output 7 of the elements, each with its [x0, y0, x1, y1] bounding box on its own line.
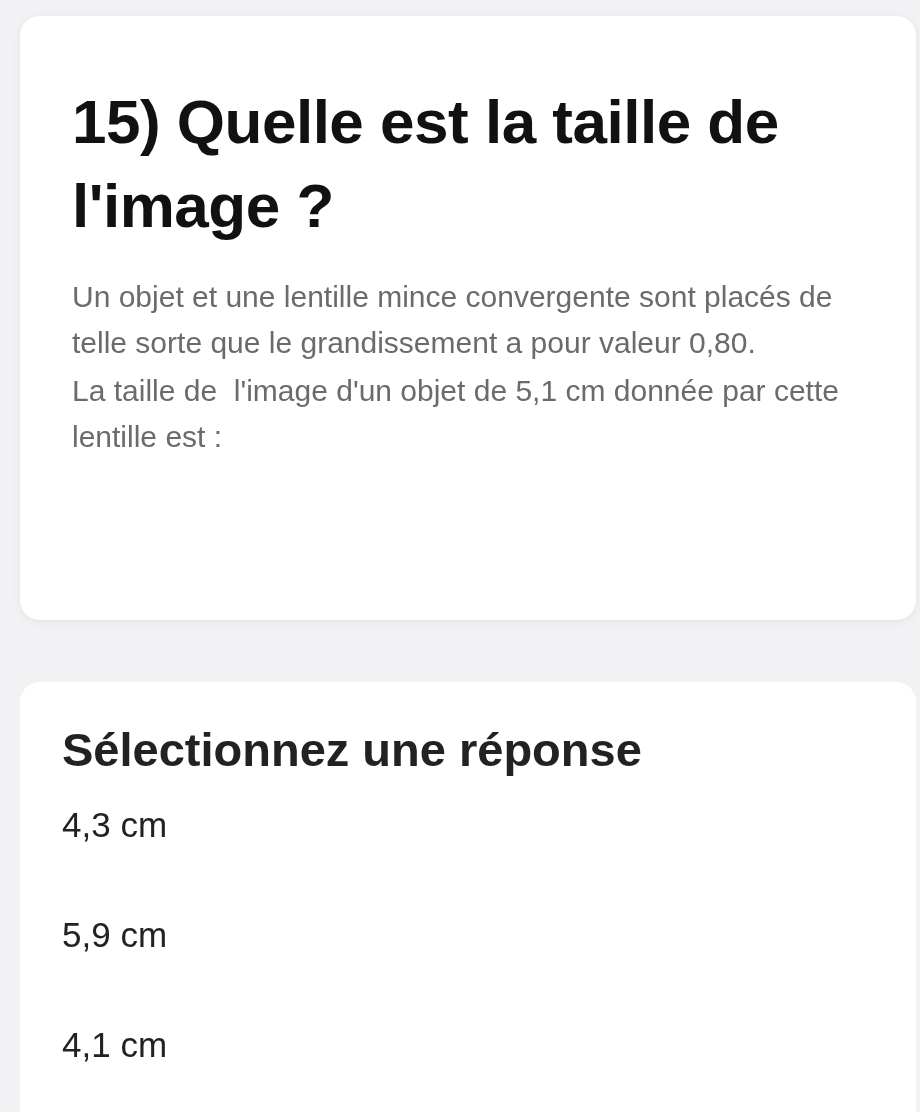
question-text: Un objet et une lentille mince convergente sont placés de telle sorte que le grandissement a pour valeur 0,80.	[72, 279, 834, 361]
answer-option[interactable]: 5,9 cm	[62, 910, 168, 960]
question-title: 15) Quelle est la taille de l'image ?	[72, 86, 780, 242]
answer-option[interactable]: 4,1 cm	[62, 1020, 168, 1070]
section-heading: Sélectionnez une réponse	[62, 722, 643, 778]
question-text: La taille de l'image d'un objet de 5,1 cm donnée par cette lentille est :	[72, 373, 840, 455]
answer-option[interactable]: 4,3 cm	[62, 800, 168, 850]
